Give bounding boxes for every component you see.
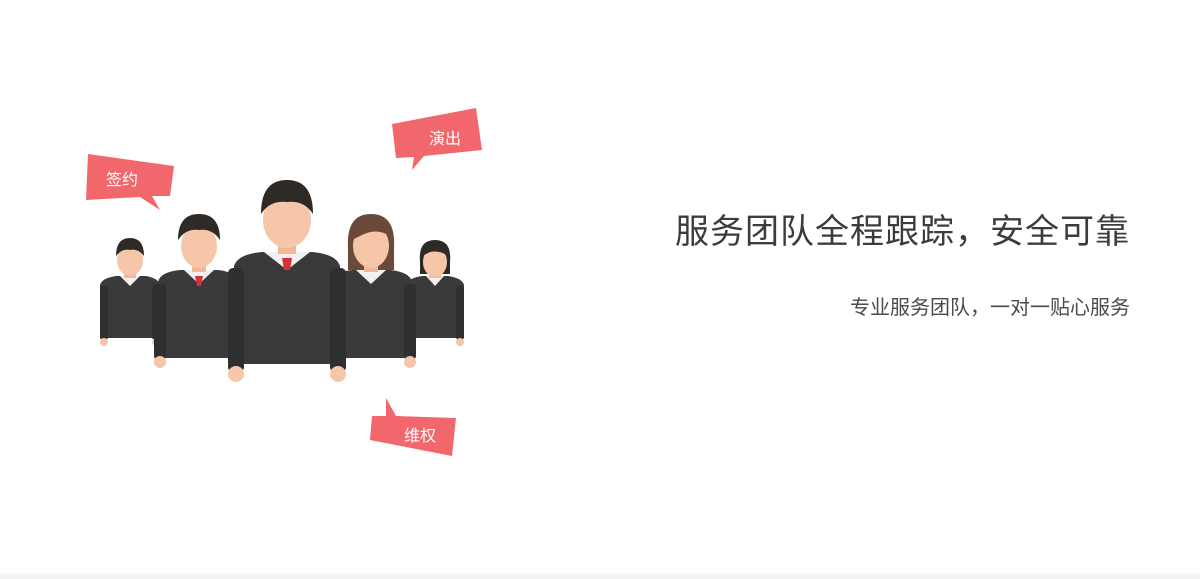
team-illustration: 签约 演出 维权 [86,108,482,456]
bubble-label-protect: 维权 [404,426,436,445]
team-member-far-left [100,238,160,346]
team-member-left-center [154,214,238,368]
banner-subline: 专业服务团队，一对一贴心服务 [850,295,1130,319]
speech-bubble-sign: 签约 [86,154,174,210]
team-member-center [228,180,346,382]
service-team-banner: 签约 演出 维权 服务团队全程跟踪，安全可靠 专业服务团队，一对一贴心服务 [0,0,1200,579]
speech-bubble-protect: 维权 [370,398,456,456]
speech-bubble-perform: 演出 [392,108,482,170]
bottom-divider [0,571,1200,579]
banner-headline: 服务团队全程跟踪，安全可靠 [675,212,1130,252]
bubble-label-perform: 演出 [429,129,461,148]
bubble-label-sign: 签约 [106,170,138,189]
